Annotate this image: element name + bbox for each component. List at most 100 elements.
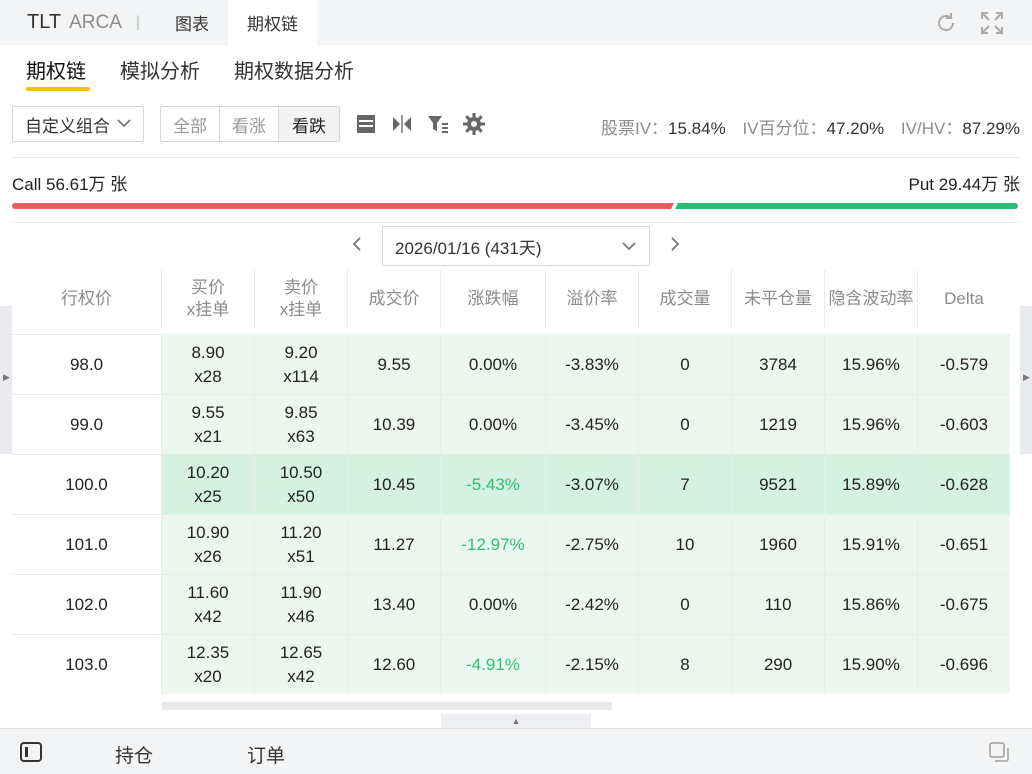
header-ask[interactable]: 卖价 x挂单 — [255, 270, 348, 328]
volume-cell[interactable]: 0 — [639, 395, 732, 454]
open-interest-cell[interactable]: 110 — [732, 575, 825, 634]
strike-cell[interactable]: 101.0 — [12, 515, 162, 574]
delta-cell[interactable]: -0.603 — [918, 395, 1010, 454]
strike-cell[interactable]: 103.0 — [12, 635, 162, 694]
change-cell[interactable]: -12.97% — [441, 515, 546, 574]
subtab-simulation[interactable]: 模拟分析 — [120, 55, 200, 84]
open-interest-cell[interactable]: 3784 — [732, 335, 825, 394]
prev-expiry-button[interactable] — [350, 233, 364, 261]
volume-cell[interactable]: 0 — [639, 335, 732, 394]
table-layout-icon[interactable] — [354, 112, 378, 136]
open-interest-cell[interactable]: 290 — [732, 635, 825, 694]
expiry-date-select[interactable]: 2026/01/16 (431天) — [382, 226, 650, 266]
premium-cell[interactable]: -3.45% — [546, 395, 639, 454]
table-row[interactable]: 99.0 9.55 x21 9.85 x63 10.39 0.00% -3.45% 0 1219 1… — [12, 394, 1010, 454]
change-cell[interactable]: 0.00% — [441, 395, 546, 454]
iv-cell[interactable]: 15.96% — [825, 395, 918, 454]
bid-cell[interactable]: 9.55 x21 — [162, 395, 255, 454]
ask-cell[interactable]: 11.20 x51 — [255, 515, 348, 574]
volume-cell[interactable]: 8 — [639, 635, 732, 694]
ask-cell[interactable]: 11.90 x46 — [255, 575, 348, 634]
table-row[interactable]: 98.0 8.90 x28 9.20 x114 9.55 0.00% -3.83% 0 3784 1… — [12, 334, 1010, 394]
table-row[interactable]: 103.0 12.35 x20 12.65 x42 12.60 -4.91% -2.15% 8 2… — [12, 634, 1010, 694]
bid-cell[interactable]: 11.60 x42 — [162, 575, 255, 634]
premium-cell[interactable]: -3.07% — [546, 455, 639, 514]
delta-cell[interactable]: -0.628 — [918, 455, 1010, 514]
filter-all-button[interactable]: 全部 — [161, 107, 220, 141]
delta-cell[interactable]: -0.696 — [918, 635, 1010, 694]
refresh-icon[interactable] — [933, 10, 959, 36]
table-row[interactable]: 102.0 11.60 x42 11.90 x46 13.40 0.00% -2.42% 0 11… — [12, 574, 1010, 634]
iv-cell[interactable]: 15.91% — [825, 515, 918, 574]
mirror-icon[interactable] — [390, 112, 414, 136]
change-cell[interactable]: -4.91% — [441, 635, 546, 694]
last-price-cell[interactable]: 13.40 — [348, 575, 441, 634]
tab-chart[interactable]: 图表 — [156, 0, 228, 45]
open-interest-cell[interactable]: 1219 — [732, 395, 825, 454]
tab-orders[interactable]: 订单 — [247, 741, 285, 768]
header-implied-volatility[interactable]: 隐含波动率 — [825, 270, 918, 328]
last-price-cell[interactable]: 10.39 — [348, 395, 441, 454]
ask-cell[interactable]: 12.65 x42 — [255, 635, 348, 694]
ask-cell[interactable]: 9.20 x114 — [255, 335, 348, 394]
header-last[interactable]: 成交价 — [348, 270, 441, 328]
premium-cell[interactable]: -2.75% — [546, 515, 639, 574]
strategy-select[interactable]: 自定义组合 — [12, 106, 144, 142]
table-row[interactable]: 101.0 10.90 x26 11.20 x51 11.27 -12.97% -2.75% 1… — [12, 514, 1010, 574]
delta-cell[interactable]: -0.675 — [918, 575, 1010, 634]
subtab-option-data-analysis[interactable]: 期权数据分析 — [234, 55, 354, 84]
last-price-cell[interactable]: 12.60 — [348, 635, 441, 694]
bid-cell[interactable]: 10.20 x25 — [162, 455, 255, 514]
subtab-option-chain[interactable]: 期权链 — [26, 55, 86, 84]
delta-cell[interactable]: -0.579 — [918, 335, 1010, 394]
premium-cell[interactable]: -2.15% — [546, 635, 639, 694]
popout-icon[interactable] — [988, 741, 1010, 763]
volume-cell[interactable]: 7 — [639, 455, 732, 514]
bid-cell[interactable]: 12.35 x20 — [162, 635, 255, 694]
change-cell[interactable]: 0.00% — [441, 575, 546, 634]
header-change[interactable]: 涨跌幅 — [441, 270, 546, 328]
settings-icon[interactable] — [462, 112, 486, 136]
volume-cell[interactable]: 10 — [639, 515, 732, 574]
strike-cell[interactable]: 99.0 — [12, 395, 162, 454]
change-cell[interactable]: -5.43% — [441, 455, 546, 514]
filter-icon[interactable] — [426, 112, 450, 136]
table-row-at-the-money[interactable]: 100.0 10.20 x25 10.50 x50 10.45 -5.43% -3.07% 7 9… — [12, 454, 1010, 514]
ask-cell[interactable]: 9.85 x63 — [255, 395, 348, 454]
horizontal-scrollbar[interactable] — [162, 702, 612, 710]
iv-cell[interactable]: 15.90% — [825, 635, 918, 694]
filter-put-button[interactable]: 看跌 — [279, 107, 339, 141]
premium-cell[interactable]: -3.83% — [546, 335, 639, 394]
scroll-left-handle[interactable]: ▶ — [0, 306, 12, 454]
iv-cell[interactable]: 15.96% — [825, 335, 918, 394]
premium-cell[interactable]: -2.42% — [546, 575, 639, 634]
header-volume[interactable]: 成交量 — [639, 270, 732, 328]
strike-cell[interactable]: 98.0 — [12, 335, 162, 394]
strike-cell[interactable]: 100.0 — [12, 455, 162, 514]
tab-option-chain[interactable]: 期权链 — [228, 0, 318, 45]
iv-cell[interactable]: 15.86% — [825, 575, 918, 634]
header-open-interest[interactable]: 未平仓量 — [732, 270, 825, 328]
ask-cell[interactable]: 10.50 x50 — [255, 455, 348, 514]
ticker-symbol[interactable]: TLT — [27, 11, 61, 34]
last-price-cell[interactable]: 10.45 — [348, 455, 441, 514]
bid-cell[interactable]: 8.90 x28 — [162, 335, 255, 394]
header-premium[interactable]: 溢价率 — [546, 270, 639, 328]
delta-cell[interactable]: -0.651 — [918, 515, 1010, 574]
header-bid[interactable]: 买价 x挂单 — [162, 270, 255, 328]
tab-positions[interactable]: 持仓 — [115, 741, 153, 768]
last-price-cell[interactable]: 11.27 — [348, 515, 441, 574]
volume-cell[interactable]: 0 — [639, 575, 732, 634]
bid-cell[interactable]: 10.90 x26 — [162, 515, 255, 574]
open-interest-cell[interactable]: 9521 — [732, 455, 825, 514]
filter-call-button[interactable]: 看涨 — [220, 107, 279, 141]
panel-toggle-icon[interactable] — [20, 742, 42, 762]
iv-cell[interactable]: 15.89% — [825, 455, 918, 514]
scroll-up-handle[interactable]: ▲ — [441, 714, 591, 728]
change-cell[interactable]: 0.00% — [441, 335, 546, 394]
last-price-cell[interactable]: 9.55 — [348, 335, 441, 394]
open-interest-cell[interactable]: 1960 — [732, 515, 825, 574]
fullscreen-icon[interactable] — [979, 10, 1005, 36]
header-strike[interactable]: 行权价 — [12, 270, 162, 328]
next-expiry-button[interactable] — [668, 233, 682, 261]
